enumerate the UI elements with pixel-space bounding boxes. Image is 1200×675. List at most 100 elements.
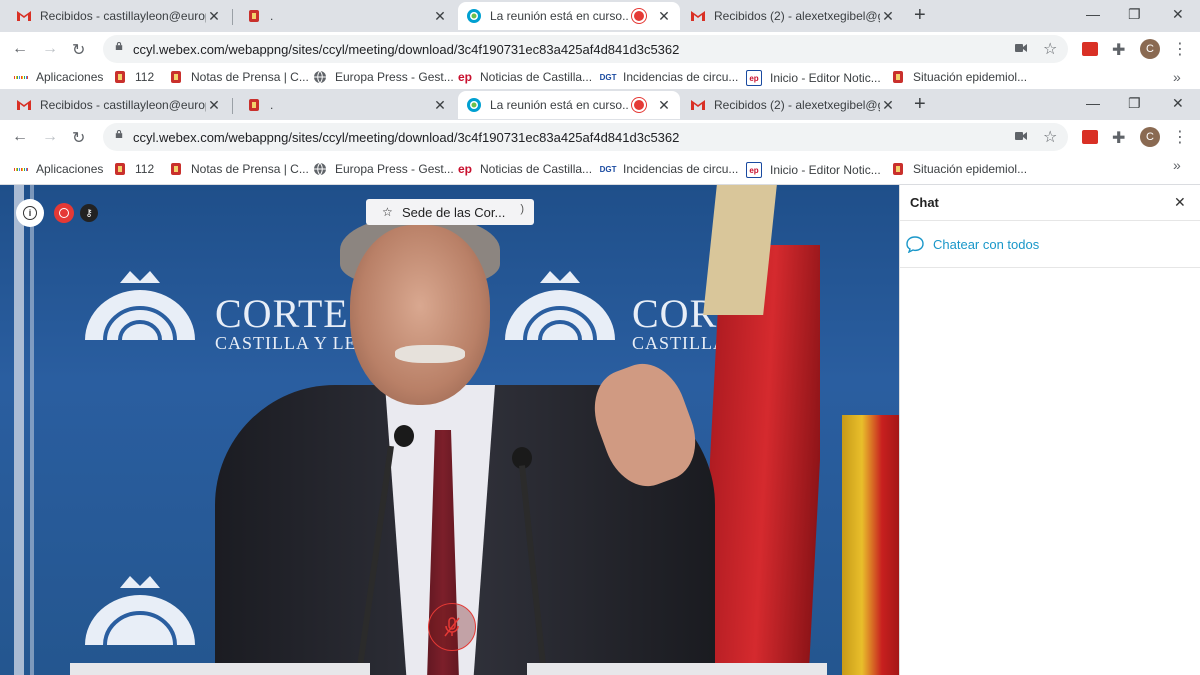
menu-kebab-icon[interactable]: ⋮ <box>1172 39 1188 59</box>
profile-avatar[interactable]: C <box>1140 39 1160 59</box>
browser-toolbar: ← → ↻ ccyl.webex.com/webappng/sites/ccyl… <box>0 120 1200 154</box>
tab-title: Recibidos - castillayleon@europa <box>40 98 206 112</box>
bookmarks-bar: Aplicaciones 112 Notas de Prensa | C... … <box>0 154 1200 185</box>
gmail-icon <box>690 8 706 24</box>
new-tab-button[interactable]: + <box>914 93 926 116</box>
tab-webex-meeting[interactable]: La reunión está en curso... ✕ <box>458 2 680 30</box>
tab-cortes[interactable]: . ✕ <box>238 2 456 30</box>
bookmark-notas-prensa[interactable]: Notas de Prensa | C... <box>169 162 309 176</box>
extensions-puzzle-icon[interactable]: ✚ <box>1112 40 1125 60</box>
bookmark-112[interactable]: 112 <box>113 70 154 84</box>
close-chat-icon[interactable]: ✕ <box>1174 194 1186 211</box>
apps-grid-icon <box>13 70 29 84</box>
reload-icon[interactable]: ↻ <box>72 128 85 148</box>
bookmark-noticias[interactable]: ep Noticias de Castilla... <box>458 70 592 84</box>
cortes-favicon-icon <box>891 162 905 176</box>
participant-name-label[interactable]: ☆ Sede de las Cor... ) <box>366 199 534 225</box>
profile-avatar[interactable]: C <box>1140 127 1160 147</box>
bookmark-apps[interactable]: Aplicaciones <box>13 70 104 84</box>
bookmark-label: Incidencias de circu... <box>623 162 739 176</box>
chat-panel: Chat ✕ Chatear con todos <box>899 185 1200 675</box>
bookmark-editor[interactable]: ep Inicio - Editor Notic... <box>746 162 881 178</box>
recording-indicator-icon <box>632 98 646 112</box>
cortes-emblem-icon <box>505 271 615 341</box>
bookmark-noticias[interactable]: ep Noticias de Castilla... <box>458 162 592 176</box>
close-tab-icon[interactable]: ✕ <box>432 8 448 25</box>
dgt-icon: DGT <box>599 72 617 82</box>
ep-icon: ep <box>458 162 473 176</box>
encryption-key-icon[interactable]: ⚷ <box>80 204 98 222</box>
bookmark-star-icon[interactable]: ☆ <box>1043 127 1057 147</box>
tab-gmail-inbox[interactable]: Recibidos - castillayleon@europa ✕ <box>8 2 230 30</box>
bookmark-notas-prensa[interactable]: Notas de Prensa | C... <box>169 70 309 84</box>
extension-icon[interactable] <box>1082 130 1098 144</box>
forward-arrow-icon[interactable]: → <box>42 40 58 58</box>
cortes-emblem-icon <box>85 271 195 341</box>
bookmark-situacion[interactable]: Situación epidemiol... <box>891 162 1027 176</box>
close-tab-icon[interactable]: ✕ <box>880 97 896 114</box>
signal-icon: ) <box>520 203 524 215</box>
bookmark-incidencias[interactable]: DGT Incidencias de circu... <box>599 70 739 84</box>
cortes-favicon-icon <box>246 97 262 113</box>
back-arrow-icon[interactable]: ← <box>12 128 28 146</box>
meeting-info-button[interactable]: i <box>16 199 44 227</box>
webex-icon <box>466 97 482 113</box>
mic-muted-icon <box>444 617 460 637</box>
bookmark-label: Europa Press - Gest... <box>335 70 454 84</box>
close-tab-icon[interactable]: ✕ <box>432 97 448 114</box>
tab-gmail-second[interactable]: Recibidos (2) - alexetxegibel@gm ✕ <box>682 91 904 119</box>
bookmark-europa-press[interactable]: Europa Press - Gest... <box>313 70 454 84</box>
close-tab-icon[interactable]: ✕ <box>206 8 222 25</box>
tab-gmail-second[interactable]: Recibidos (2) - alexetxegibel@gm ✕ <box>682 2 904 30</box>
restore-icon[interactable]: ❐ <box>1128 95 1141 112</box>
address-bar[interactable]: ccyl.webex.com/webappng/sites/ccyl/meeti… <box>103 35 1068 63</box>
address-bar[interactable]: ccyl.webex.com/webappng/sites/ccyl/meeti… <box>103 123 1068 151</box>
participant-name: Sede de las Cor... <box>402 204 506 220</box>
restore-icon[interactable]: ❐ <box>1128 6 1141 23</box>
bookmark-situacion[interactable]: Situación epidemiol... <box>891 70 1027 84</box>
url-text: ccyl.webex.com/webappng/sites/ccyl/meeti… <box>133 42 680 57</box>
bookmark-editor[interactable]: ep Inicio - Editor Notic... <box>746 70 881 86</box>
url-text: ccyl.webex.com/webappng/sites/ccyl/meeti… <box>133 130 680 145</box>
camera-icon[interactable] <box>1015 131 1027 141</box>
bookmarks-overflow-icon[interactable]: » <box>1173 157 1181 173</box>
close-tab-icon[interactable]: ✕ <box>206 97 222 114</box>
close-tab-icon[interactable]: ✕ <box>880 8 896 25</box>
new-tab-button[interactable]: + <box>914 4 926 27</box>
bookmark-incidencias[interactable]: DGT Incidencias de circu... <box>600 162 739 176</box>
close-tab-icon[interactable]: ✕ <box>656 97 672 114</box>
cortes-favicon-icon <box>169 70 183 84</box>
cortes-favicon-icon <box>891 70 905 84</box>
camera-icon[interactable] <box>1015 43 1027 53</box>
tab-webex-meeting[interactable]: La reunión está en curso... ✕ <box>458 91 680 119</box>
minimize-icon[interactable]: — <box>1086 6 1100 22</box>
minimize-icon[interactable]: — <box>1086 95 1100 111</box>
chat-with-everyone[interactable]: Chatear con todos <box>900 221 1200 268</box>
bookmark-label: Incidencias de circu... <box>623 70 739 84</box>
mute-button[interactable] <box>428 603 476 651</box>
extensions-puzzle-icon[interactable]: ✚ <box>1112 128 1125 148</box>
back-arrow-icon[interactable]: ← <box>12 40 28 58</box>
chat-with-everyone-label: Chatear con todos <box>933 236 1040 252</box>
tab-cortes[interactable]: . ✕ <box>238 91 456 119</box>
bookmark-star-icon[interactable]: ☆ <box>1043 39 1057 59</box>
reload-icon[interactable]: ↻ <box>72 40 85 60</box>
chat-title: Chat <box>910 195 939 210</box>
bookmark-label: 112 <box>135 70 155 84</box>
bookmarks-overflow-icon[interactable]: » <box>1173 69 1181 85</box>
meeting-video[interactable]: CORTES CASTILLA Y LEÓN CORTES CASTILLA Y… <box>0 185 899 675</box>
tab-strip: Recibidos - castillayleon@europa ✕ . ✕ L… <box>0 89 1200 120</box>
close-window-icon[interactable]: ✕ <box>1172 95 1184 112</box>
tab-gmail-inbox[interactable]: Recibidos - castillayleon@europa ✕ <box>8 91 230 119</box>
extension-icon[interactable] <box>1082 42 1098 56</box>
bookmark-apps[interactable]: Aplicaciones <box>13 162 103 176</box>
chat-header: Chat ✕ <box>900 185 1200 221</box>
bookmark-label: Aplicaciones <box>36 70 104 84</box>
recording-button[interactable] <box>54 203 74 223</box>
bookmark-112[interactable]: 112 <box>113 162 154 176</box>
menu-kebab-icon[interactable]: ⋮ <box>1172 127 1188 147</box>
close-window-icon[interactable]: ✕ <box>1172 6 1184 23</box>
bookmark-europa-press[interactable]: Europa Press - Gest... <box>313 162 454 176</box>
close-tab-icon[interactable]: ✕ <box>656 8 672 25</box>
forward-arrow-icon[interactable]: → <box>42 128 58 146</box>
